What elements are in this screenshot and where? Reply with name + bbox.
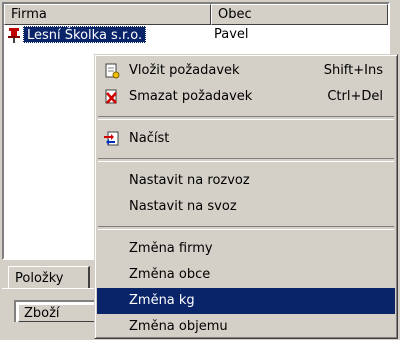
cell-firma[interactable]: Lesní Školka s.r.o. xyxy=(23,26,147,43)
menu-item-nacist[interactable]: Načíst xyxy=(97,126,395,152)
menu-item-label: Nastavit na rozvoz xyxy=(129,173,250,188)
menu-shortcut: Ctrl+Del xyxy=(327,89,383,104)
cell-obec[interactable]: Pavel xyxy=(214,27,249,42)
column-header-obec[interactable]: Obec xyxy=(211,4,388,25)
menu-item-label: Vložit požadavek xyxy=(129,63,240,78)
items-grid[interactable]: Zboží xyxy=(14,300,104,322)
menu-item-zmena-firmy[interactable]: Změna firmy xyxy=(97,236,395,262)
column-header-firma[interactable]: Firma xyxy=(4,4,211,25)
menu-item-label: Změna firmy xyxy=(129,241,213,256)
table-row[interactable]: Lesní Školka s.r.o. Pavel xyxy=(4,25,388,44)
menu-separator xyxy=(98,158,394,162)
menu-shortcut: Shift+Ins xyxy=(323,63,383,78)
menu-item-label: Nastavit na svoz xyxy=(129,199,237,214)
menu-item-zmena-obce[interactable]: Změna obce xyxy=(97,262,395,288)
menu-item-label: Změna kg xyxy=(129,293,195,308)
tab-polozky[interactable]: Položky xyxy=(8,266,90,290)
grid-header: Firma Obec xyxy=(4,4,388,25)
menu-item-vlozit-pozadavek[interactable]: Vložit požadavek Shift+Ins xyxy=(97,58,395,84)
load-arrows-icon xyxy=(103,131,121,147)
menu-separator xyxy=(98,226,394,230)
menu-item-zmena-objemu[interactable]: Změna objemu xyxy=(97,314,395,340)
menu-item-label: Změna obce xyxy=(129,267,211,282)
column-header-zbozi[interactable]: Zboží xyxy=(18,304,102,322)
delete-document-icon xyxy=(103,89,121,105)
menu-item-label: Změna objemu xyxy=(129,319,228,334)
menu-item-smazat-pozadavek[interactable]: Smazat požadavek Ctrl+Del xyxy=(97,84,395,110)
menu-item-label: Načíst xyxy=(129,131,170,146)
context-menu: Vložit požadavek Shift+Ins Smazat požada… xyxy=(94,54,398,339)
menu-separator xyxy=(98,116,394,120)
menu-item-label: Smazat požadavek xyxy=(129,89,253,104)
app-window: Firma Obec Lesní Školka s.r.o. Pavel Pol… xyxy=(0,0,400,340)
menu-item-nastavit-na-rozvoz[interactable]: Nastavit na rozvoz xyxy=(97,168,395,194)
insert-document-icon xyxy=(103,63,121,79)
menu-item-zmena-kg[interactable]: Změna kg xyxy=(97,288,395,314)
menu-item-nastavit-na-svoz[interactable]: Nastavit na svoz xyxy=(97,194,395,220)
pin-icon xyxy=(5,26,23,44)
